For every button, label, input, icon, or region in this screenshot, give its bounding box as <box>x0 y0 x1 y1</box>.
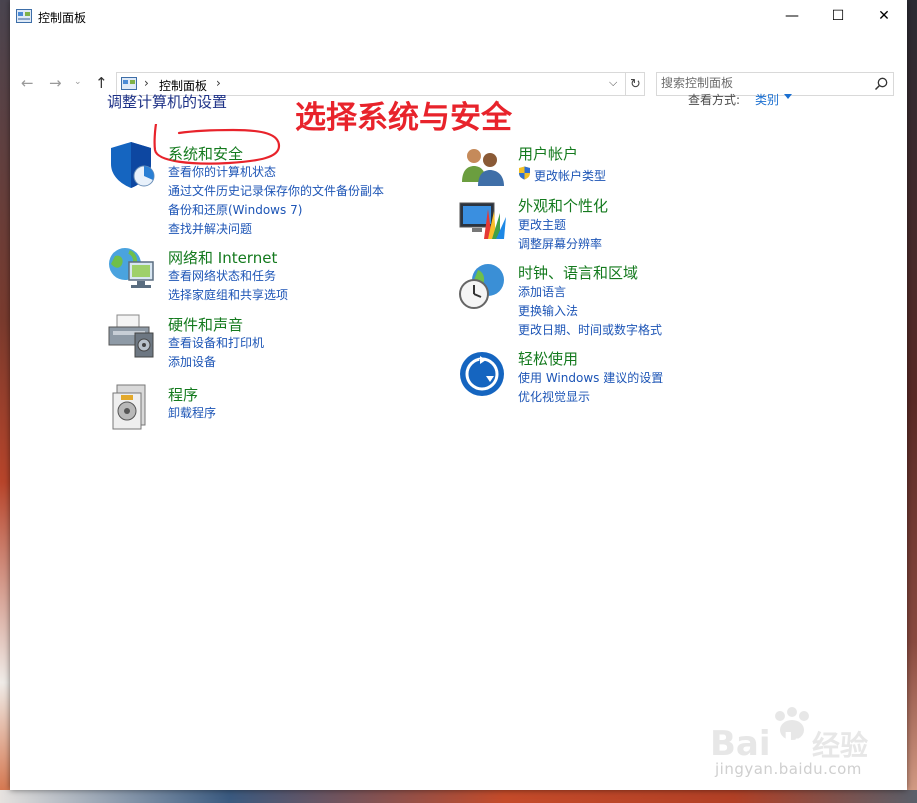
category-title[interactable]: 硬件和声音 <box>168 314 243 335</box>
control-panel-small-icon <box>121 77 137 90</box>
back-arrow-icon[interactable]: ← <box>21 74 34 92</box>
search-input[interactable] <box>661 75 861 91</box>
watermark-url: jingyan.baidu.com <box>715 760 862 778</box>
maximize-icon: ☐ <box>831 8 845 24</box>
programs-icon[interactable] <box>107 381 157 431</box>
printer-icon[interactable] <box>107 311 157 361</box>
category-link[interactable]: 调整屏幕分辨率 <box>518 235 602 252</box>
category-link[interactable]: 更改主题 <box>518 216 566 233</box>
shield-icon[interactable] <box>107 140 157 190</box>
svg-text:经验: 经验 <box>812 729 868 762</box>
forward-arrow-icon[interactable]: → <box>49 74 62 92</box>
category-link[interactable]: 查看你的计算机状态 <box>168 163 276 180</box>
address-dropdown-chevron-icon[interactable]: ⌵ <box>609 76 617 90</box>
window-title: 控制面板 <box>38 11 87 25</box>
up-arrow-icon[interactable]: ↑ <box>95 74 108 92</box>
category-link[interactable]: 更改日期、时间或数字格式 <box>518 321 662 338</box>
search-icon[interactable] <box>873 76 889 92</box>
category-link[interactable]: 卸载程序 <box>168 404 216 421</box>
desktop-wallpaper-bottom <box>0 790 917 803</box>
minimize-icon: — <box>785 8 799 24</box>
category-link[interactable]: 查看网络状态和任务 <box>168 267 276 284</box>
category-link[interactable]: 更改帐户类型 <box>534 167 606 184</box>
category-link[interactable]: 优化视觉显示 <box>518 388 590 405</box>
uac-shield-icon <box>519 166 530 180</box>
refresh-button[interactable]: ↻ <box>625 73 645 95</box>
close-icon: ✕ <box>878 8 890 24</box>
category-link[interactable]: 查看设备和打印机 <box>168 334 264 351</box>
category-link[interactable]: 更换输入法 <box>518 302 578 319</box>
refresh-icon: ↻ <box>630 76 641 92</box>
annotation-text: 选择系统与安全 <box>295 100 512 136</box>
svg-text:Bai: Bai <box>710 724 771 764</box>
category-link[interactable]: 备份和还原(Windows 7) <box>168 201 302 218</box>
users-icon[interactable] <box>458 142 508 192</box>
category-title[interactable]: 外观和个性化 <box>518 195 608 216</box>
view-by-label: 查看方式: <box>688 93 741 107</box>
category-title[interactable]: 轻松使用 <box>518 348 578 369</box>
title-bar[interactable]: 控制面板 — ☐ ✕ <box>10 0 907 32</box>
desktop-wallpaper-right <box>907 0 917 803</box>
control-panel-window: 控制面板 — ☐ ✕ ← → ⌄ ↑ › 控制面板 › ⌵ ↻ 搜索控制面板 调… <box>10 0 907 790</box>
navigation-bar: ← → ⌄ ↑ › 控制面板 › ⌵ ↻ <box>10 34 907 96</box>
maximize-button[interactable]: ☐ <box>815 0 861 32</box>
display-color-icon[interactable] <box>458 195 508 245</box>
view-by-chevron-down-icon[interactable] <box>784 94 792 99</box>
category-title[interactable]: 网络和 Internet <box>168 247 277 268</box>
desktop-wallpaper-left <box>0 0 10 803</box>
control-panel-icon <box>16 9 32 23</box>
page-heading: 调整计算机的设置 <box>107 93 228 111</box>
close-button[interactable]: ✕ <box>861 0 907 32</box>
category-link[interactable]: 添加语言 <box>518 283 566 300</box>
minimize-button[interactable]: — <box>769 0 815 32</box>
category-link[interactable]: 选择家庭组和共享选项 <box>168 286 288 303</box>
category-title[interactable]: 用户帐户 <box>518 143 578 164</box>
category-title[interactable]: 时钟、语言和区域 <box>518 262 638 283</box>
breadcrumb-separator-icon[interactable]: › <box>216 76 221 90</box>
recent-locations-chevron-icon[interactable]: ⌄ <box>74 77 82 87</box>
category-link[interactable]: 添加设备 <box>168 353 216 370</box>
category-title[interactable]: 系统和安全 <box>168 143 243 164</box>
breadcrumb-separator-icon[interactable]: › <box>144 76 149 90</box>
view-by-dropdown[interactable]: 类别 <box>755 91 779 108</box>
category-link[interactable]: 使用 Windows 建议的设置 <box>518 369 663 386</box>
svg-text:du: du <box>772 728 815 763</box>
category-link[interactable]: 查找并解决问题 <box>168 220 252 237</box>
ease-of-access-icon[interactable] <box>458 348 508 398</box>
category-link[interactable]: 通过文件历史记录保存你的文件备份副本 <box>168 182 384 199</box>
clock-globe-icon[interactable] <box>458 262 508 312</box>
category-title[interactable]: 程序 <box>168 384 198 405</box>
network-globe-icon[interactable] <box>107 244 157 294</box>
